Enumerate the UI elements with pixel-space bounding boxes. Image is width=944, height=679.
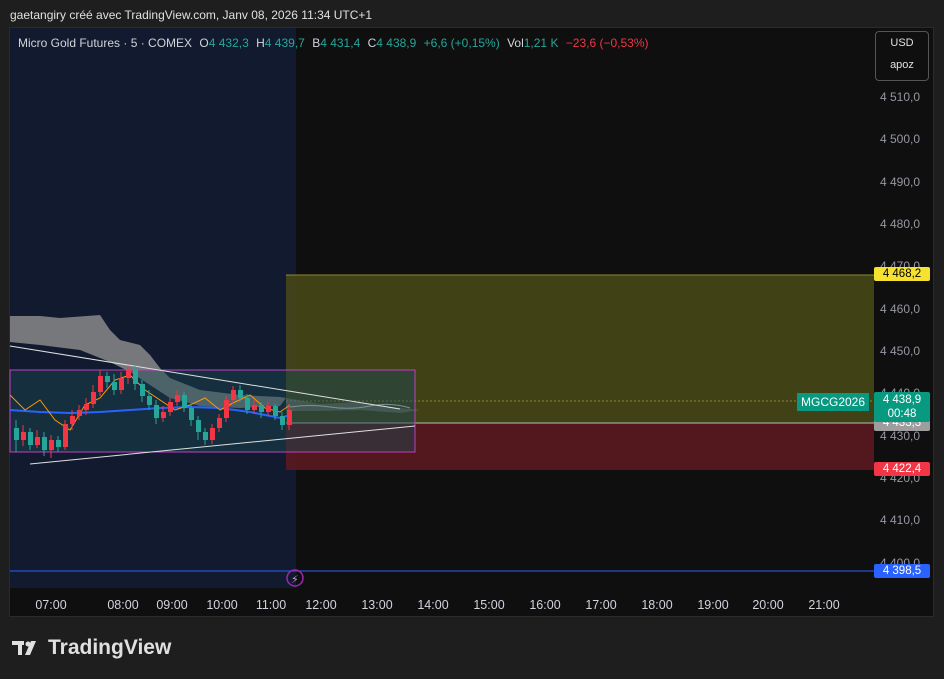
- candle-body: [245, 398, 250, 410]
- price-axis-label: 4 460,0: [880, 302, 921, 316]
- legend-open-value: 4 432,3: [208, 36, 249, 50]
- candle-body: [175, 395, 180, 402]
- candle-body: [280, 416, 285, 425]
- candle-body: [189, 408, 194, 420]
- legend-close-key: C: [367, 36, 377, 50]
- legend-high-key: H: [256, 36, 265, 50]
- line-price-tag: 4 398,5: [874, 564, 930, 578]
- time-axis-label: 17:00: [585, 598, 617, 612]
- legend-change: +6,6 (+0,15%): [423, 36, 500, 50]
- tradingview-brand: TradingView: [48, 636, 172, 659]
- time-axis-label: 19:00: [697, 598, 729, 612]
- candle-body: [168, 402, 173, 412]
- candle-body: [287, 410, 292, 425]
- candle-body: [42, 437, 47, 450]
- time-axis-label: 15:00: [473, 598, 505, 612]
- session-highlight: [10, 28, 296, 588]
- time-axis-label: 09:00: [156, 598, 188, 612]
- legend-low-key: B: [312, 36, 321, 50]
- candle-body: [238, 390, 243, 398]
- legend-close-value: 4 438,9: [376, 36, 417, 50]
- candle-body: [70, 416, 75, 424]
- candle-body: [28, 432, 33, 445]
- legend-low-value: 4 431,4: [320, 36, 361, 50]
- time-axis-label: 14:00: [417, 598, 449, 612]
- candle-body: [252, 405, 257, 410]
- time-axis-label: 16:00: [529, 598, 561, 612]
- price-axis-label: 4 510,0: [880, 90, 921, 104]
- legend-volume-key: Vol: [507, 36, 524, 50]
- time-axis-label: 11:00: [255, 598, 287, 612]
- time-axis-label: 13:00: [361, 598, 393, 612]
- tradingview-logo[interactable]: TradingView: [12, 636, 171, 660]
- price-axis-label: 4 500,0: [880, 132, 921, 146]
- time-axis-label: 20:00: [752, 598, 784, 612]
- candle-body: [147, 396, 152, 405]
- candle-body: [126, 370, 131, 378]
- current-price-tag: 4 438,9 00:48: [874, 392, 930, 422]
- candle-body: [14, 428, 19, 440]
- currency-unit: apoz: [890, 59, 914, 71]
- candle-body: [35, 437, 40, 445]
- time-axis-label: 07:00: [35, 598, 67, 612]
- target-price-tag: 4 468,2: [874, 267, 930, 281]
- candle-body: [49, 440, 54, 450]
- candle-body: [273, 406, 278, 416]
- candle-body: [161, 412, 166, 418]
- time-axis-label: 21:00: [808, 598, 840, 612]
- candle-body: [77, 410, 82, 416]
- price-axis-label: 4 480,0: [880, 217, 921, 231]
- candle-body: [203, 432, 208, 440]
- candle-body: [259, 405, 264, 412]
- lightning-icon: ⚡: [291, 573, 299, 586]
- time-axis-label: 10:00: [206, 598, 238, 612]
- candle-body: [21, 432, 26, 440]
- candle-body: [210, 428, 215, 440]
- chart-legend: Micro Gold Futures · 5 · COMEX O4 432,3 …: [18, 36, 653, 50]
- candle-body: [182, 395, 187, 408]
- candle-body: [56, 440, 61, 447]
- bar-countdown: 00:48: [887, 408, 917, 420]
- legend-volume-change: −23,6 (−0,53%): [565, 36, 649, 50]
- candle-body: [119, 378, 124, 390]
- candle-body: [154, 405, 159, 418]
- symbol-tag: MGCG2026: [797, 393, 870, 411]
- currency-code: USD: [890, 37, 914, 49]
- candle-body: [112, 382, 117, 390]
- tradingview-logo-icon: [12, 641, 36, 655]
- time-axis-label: 18:00: [641, 598, 673, 612]
- current-price-value: 4 438,9: [882, 394, 922, 406]
- candle-body: [98, 376, 103, 392]
- legend-title: Micro Gold Futures · 5 · COMEX: [18, 36, 193, 50]
- candle-body: [84, 404, 89, 410]
- legend-high-value: 4 439,7: [264, 36, 305, 50]
- time-axis-label: 08:00: [107, 598, 139, 612]
- price-axis-label: 4 430,0: [880, 429, 921, 443]
- candle-body: [217, 418, 222, 428]
- candle-body: [196, 420, 201, 432]
- time-axis-label: 12:00: [305, 598, 337, 612]
- candle-body: [91, 392, 96, 404]
- candle-body: [224, 400, 229, 418]
- price-axis-label: 4 490,0: [880, 175, 921, 189]
- legend-volume-value: 1,21 K: [523, 36, 559, 50]
- legend-open-key: O: [199, 36, 209, 50]
- currency-unit-button[interactable]: USD apoz: [875, 31, 929, 81]
- candle-body: [63, 424, 68, 447]
- chart-canvas[interactable]: ⚡: [0, 0, 944, 679]
- candle-body: [105, 376, 110, 382]
- candle-body: [266, 406, 271, 412]
- candle-body: [140, 384, 145, 396]
- stop-price-tag: 4 422,4: [874, 462, 930, 476]
- price-axis-label: 4 410,0: [880, 513, 921, 527]
- candle-body: [231, 390, 236, 400]
- price-axis-label: 4 450,0: [880, 344, 921, 358]
- candle-body: [133, 370, 138, 384]
